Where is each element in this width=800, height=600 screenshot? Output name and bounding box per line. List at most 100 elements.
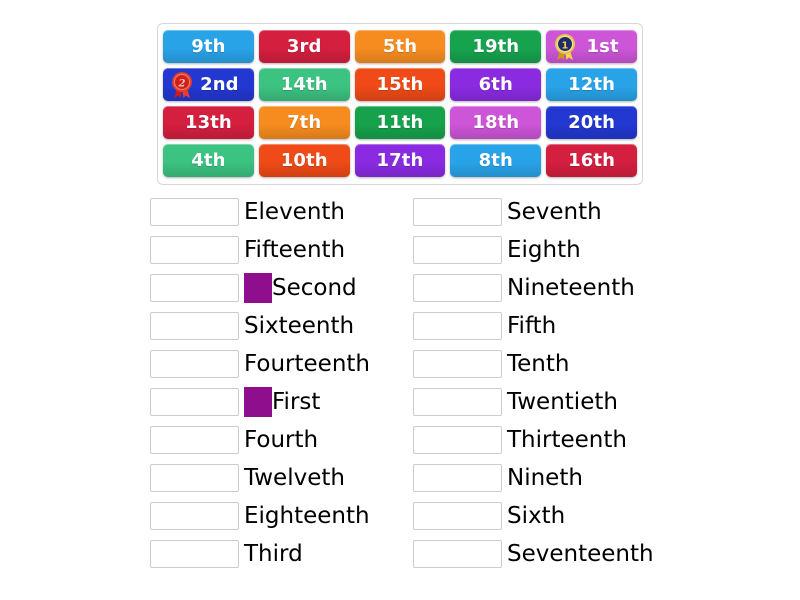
answer-row: Sixteenth: [150, 307, 407, 345]
drop-slot[interactable]: [150, 350, 239, 378]
drop-slot[interactable]: [150, 274, 239, 302]
answer-content: Fifth: [507, 312, 557, 339]
drop-slot[interactable]: [150, 502, 239, 530]
answer-row: Fourth: [150, 421, 407, 459]
answer-label: Fifth: [507, 312, 557, 339]
draggable-tile[interactable]: 16th: [546, 144, 637, 177]
answer-list: Eleventh Fifteenth Second Sixteenth Fourteen…: [150, 193, 670, 573]
tile-label: 17th: [376, 150, 424, 171]
gold-rosette-medal-icon: 1: [552, 33, 578, 61]
answer-content: Eleventh: [244, 198, 346, 225]
draggable-tile[interactable]: 2 2nd: [163, 68, 254, 101]
answer-row: Third: [150, 535, 407, 573]
drop-slot[interactable]: [150, 198, 239, 226]
answer-label: Fourteenth: [244, 350, 371, 377]
answer-label: Thirteenth: [507, 426, 627, 453]
drop-slot[interactable]: [150, 540, 239, 568]
draggable-tile[interactable]: 12th: [546, 68, 637, 101]
drop-slot[interactable]: [150, 426, 239, 454]
answer-content: Nineth: [507, 466, 583, 490]
color-swatch: [244, 387, 272, 417]
tile-row: 13th 7th 11th 18th 20th: [163, 106, 637, 139]
answer-content: Sixth: [507, 502, 566, 529]
answer-content: Second: [244, 273, 357, 303]
answer-row: Fifth: [413, 307, 670, 345]
draggable-tile[interactable]: 10th: [258, 144, 350, 177]
draggable-tile[interactable]: 3rd: [258, 30, 350, 63]
tile-label: 3rd: [286, 36, 322, 57]
drop-slot[interactable]: [413, 502, 502, 530]
draggable-tile[interactable]: 9th: [163, 30, 254, 63]
draggable-tile[interactable]: 8th: [450, 144, 542, 177]
answer-label: Eighth: [507, 236, 581, 263]
tile-label: 6th: [478, 74, 513, 95]
drop-slot[interactable]: [150, 236, 239, 264]
answer-label: Eighteenth: [244, 502, 370, 529]
tile-bank: 9th 3rd 5th 19th 1 1st 2 2nd 14th 15th 6th 12th 13th…: [157, 23, 643, 185]
answer-row: Eighth: [413, 231, 670, 269]
answer-row: Sixth: [413, 497, 670, 535]
drop-slot[interactable]: [413, 388, 502, 416]
draggable-tile[interactable]: 6th: [450, 68, 542, 101]
drop-slot[interactable]: [413, 236, 502, 264]
answer-row: Fourteenth: [150, 345, 407, 383]
color-swatch: [244, 273, 272, 303]
answer-content: First: [244, 387, 320, 417]
answer-row: First: [150, 383, 407, 421]
drop-slot[interactable]: [413, 350, 502, 378]
drop-slot[interactable]: [413, 540, 502, 568]
draggable-tile[interactable]: 14th: [258, 68, 350, 101]
tile-label: 18th: [472, 112, 520, 133]
answer-content: Fourth: [244, 426, 319, 453]
drop-slot[interactable]: [413, 274, 502, 302]
answer-label: Tenth: [507, 350, 570, 377]
answer-row: Second: [150, 269, 407, 307]
draggable-tile[interactable]: 20th: [546, 106, 637, 139]
answer-content: Fourteenth: [244, 350, 371, 377]
draggable-tile[interactable]: 11th: [354, 106, 446, 139]
answer-row: Nineth: [413, 459, 670, 497]
answer-label: Fourth: [244, 426, 319, 453]
tile-label: 19th: [472, 36, 520, 57]
drop-slot[interactable]: [413, 312, 502, 340]
tile-row: 9th 3rd 5th 19th 1 1st: [163, 30, 637, 63]
answer-row: Seventeenth: [413, 535, 670, 573]
drop-slot[interactable]: [150, 388, 239, 416]
answer-label: Seventh: [507, 198, 602, 225]
draggable-tile[interactable]: 4th: [163, 144, 254, 177]
draggable-tile[interactable]: 18th: [450, 106, 542, 139]
svg-text:2: 2: [177, 78, 185, 89]
tile-label: 16th: [568, 150, 616, 171]
draggable-tile[interactable]: 15th: [354, 68, 446, 101]
tile-label: 20th: [568, 112, 616, 133]
draggable-tile[interactable]: 5th: [354, 30, 446, 63]
draggable-tile[interactable]: 1 1st: [546, 30, 637, 63]
answer-row: Fifteenth: [150, 231, 407, 269]
svg-text:1: 1: [562, 40, 569, 51]
answer-column-right: Seventh Eighth Nineteenth Fifth Tenth Twentie…: [413, 193, 670, 573]
drop-slot[interactable]: [150, 312, 239, 340]
answer-row: Twentieth: [413, 383, 670, 421]
drop-slot[interactable]: [413, 464, 502, 492]
answer-content: Fifteenth: [244, 238, 345, 262]
answer-content: Third: [244, 540, 303, 567]
answer-label: Third: [244, 540, 303, 567]
draggable-tile[interactable]: 17th: [354, 144, 446, 177]
answer-content: Eighteenth: [244, 502, 370, 529]
answer-content: Thirteenth: [507, 426, 627, 453]
tile-label: 1st: [586, 36, 619, 57]
tile-row: 2 2nd 14th 15th 6th 12th: [163, 68, 637, 101]
draggable-tile[interactable]: 7th: [258, 106, 350, 139]
tile-row: 4th 10th 17th 8th 16th: [163, 144, 637, 177]
answer-label: Eleventh: [244, 198, 346, 225]
draggable-tile[interactable]: 13th: [163, 106, 254, 139]
draggable-tile[interactable]: 19th: [450, 30, 542, 63]
tile-label: 4th: [191, 150, 226, 171]
drop-slot[interactable]: [413, 426, 502, 454]
answer-label: Sixth: [507, 502, 566, 529]
drop-slot[interactable]: [150, 464, 239, 492]
answer-label: Seventeenth: [507, 540, 654, 567]
drop-slot[interactable]: [413, 198, 502, 226]
answer-content: Tenth: [507, 350, 570, 377]
tile-label: 7th: [287, 112, 322, 133]
